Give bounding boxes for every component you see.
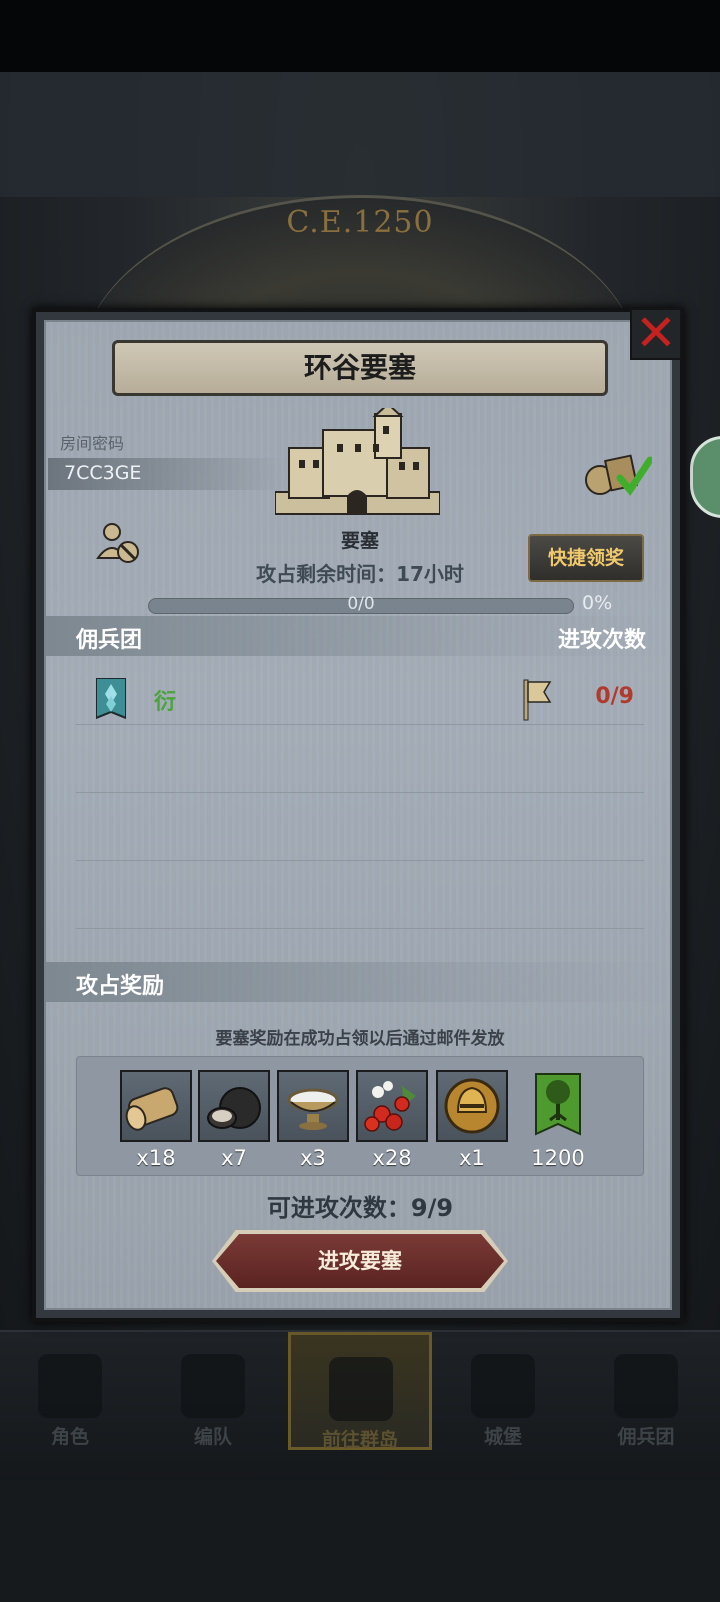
dialog-title: 环谷要塞 <box>112 340 608 396</box>
reward-tile <box>277 1070 349 1142</box>
reward-qty: x3 <box>300 1146 326 1170</box>
nav-label: 城堡 <box>483 1426 522 1448</box>
reward-item[interactable]: x7 <box>198 1070 270 1170</box>
salt-bowl-icon <box>287 1088 339 1130</box>
mercenary-icon <box>614 1354 678 1418</box>
mercenary-header-label: 佣兵团 <box>76 628 143 653</box>
nav-item-formation[interactable]: 编队 <box>143 1332 283 1450</box>
guild-banner-icon <box>96 678 126 720</box>
rewards-section-header: 攻占奖励 <box>46 962 670 1002</box>
nav-item-mercenary[interactable]: 佣兵团 <box>576 1332 716 1450</box>
mercenary-section-header: 佣兵团 进攻次数 <box>46 616 670 656</box>
attack-fortress-button[interactable]: 进攻要塞 <box>216 1234 504 1288</box>
berries-icon <box>364 1081 416 1132</box>
rewards-note: 要塞奖励在成功占领以后通过邮件发放 <box>215 1029 505 1049</box>
bottom-base <box>0 1480 720 1602</box>
reward-qty: x28 <box>372 1146 412 1170</box>
castle-icon <box>471 1354 535 1418</box>
row-divider <box>76 860 644 861</box>
progress-percent: 0% <box>582 592 613 614</box>
row-divider <box>76 724 644 725</box>
character-icon <box>38 1354 102 1418</box>
close-x-icon: ✕ <box>635 304 677 362</box>
progress-text: 0/0 <box>347 594 375 614</box>
bottom-navigation: 角色 编队 前往群岛 城堡 佣兵团 <box>0 1330 720 1482</box>
mercenary-name: 衍 <box>154 690 177 715</box>
remaining-time: 攻占剩余时间：17小时 <box>256 562 464 586</box>
reward-tile <box>198 1070 270 1142</box>
background-band <box>0 72 720 197</box>
reward-item[interactable]: 1200 <box>522 1070 594 1170</box>
resource-bag-check-icon[interactable] <box>582 448 652 498</box>
nav-label: 前往群岛 <box>321 1429 398 1451</box>
attacks-available: 可进攻次数：9/9 <box>266 1194 454 1222</box>
mercenary-row[interactable]: 衍 0/9 <box>46 670 670 732</box>
nav-item-castle[interactable]: 城堡 <box>433 1332 573 1450</box>
truffle-icon <box>207 1087 261 1129</box>
reward-item[interactable]: x28 <box>356 1070 428 1170</box>
fortress-castle-icon <box>275 408 440 515</box>
flag-icon <box>523 679 552 721</box>
close-button[interactable]: ✕ <box>630 308 682 360</box>
reward-qty: 1200 <box>531 1146 585 1170</box>
nav-label: 编队 <box>193 1426 232 1448</box>
era-label: C.E.1250 <box>286 205 434 240</box>
row-divider <box>76 928 644 929</box>
islands-compass-icon <box>329 1357 393 1421</box>
attack-count-header-label: 进攻次数 <box>557 628 646 653</box>
wood-log-icon <box>125 1087 179 1131</box>
reward-item[interactable]: x3 <box>277 1070 349 1170</box>
reward-tile <box>522 1070 594 1142</box>
formation-icon <box>181 1354 245 1418</box>
room-password-label: 房间密码 <box>60 434 125 453</box>
nav-item-character[interactable]: 角色 <box>0 1332 140 1450</box>
reward-item[interactable]: x18 <box>120 1070 192 1170</box>
castle-label: 要塞 <box>340 530 379 552</box>
mercenary-attack-count: 0/9 <box>595 684 634 709</box>
top-status-bar <box>0 0 720 72</box>
tree-banner-icon <box>535 1073 581 1136</box>
nav-item-islands[interactable]: 前往群岛 <box>288 1332 432 1451</box>
reward-tile <box>356 1070 428 1142</box>
no-user-icon[interactable] <box>96 520 142 566</box>
reward-qty: x1 <box>459 1146 485 1170</box>
row-divider <box>76 792 644 793</box>
room-code[interactable]: 7CC3GE <box>64 462 141 484</box>
nav-label: 佣兵团 <box>617 1426 675 1448</box>
reward-tile <box>120 1070 192 1142</box>
knight-helmet-icon <box>444 1078 500 1134</box>
reward-tile <box>436 1070 508 1142</box>
rewards-header-label: 攻占奖励 <box>76 974 165 999</box>
reward-item[interactable]: x1 <box>436 1070 508 1170</box>
reward-qty: x7 <box>221 1146 247 1170</box>
nav-label: 角色 <box>50 1426 89 1448</box>
reward-qty: x18 <box>136 1146 176 1170</box>
